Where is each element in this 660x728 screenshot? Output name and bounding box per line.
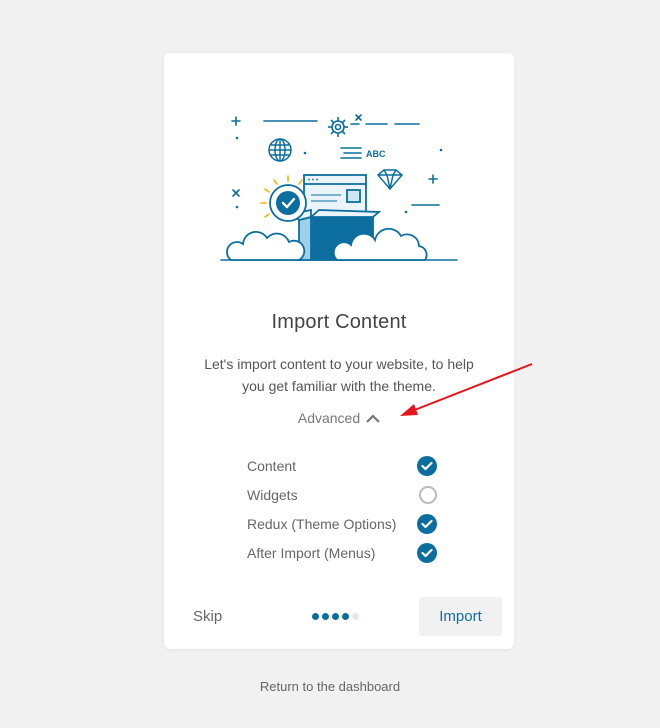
check-icon (421, 519, 433, 528)
option-redux: Redux (Theme Options) (247, 509, 437, 538)
import-options: Content Widgets Redux (Theme Options) Af… (247, 451, 437, 567)
advanced-label: Advanced (297, 410, 361, 426)
option-redux-checkbox[interactable] (417, 513, 437, 534)
option-widgets-checkbox[interactable] (419, 485, 437, 504)
return-dashboard-link[interactable]: Return to the dashboard (0, 679, 660, 694)
checkmark-badge-icon (260, 175, 307, 222)
step-dot (342, 613, 349, 620)
globe-icon (268, 138, 292, 162)
import-button[interactable]: Import (419, 597, 502, 636)
skip-button[interactable]: Skip (193, 608, 222, 625)
option-label: Content (247, 457, 297, 474)
import-illustration: ABC (220, 114, 458, 261)
illustration-abc-text: ABC (366, 149, 386, 159)
chevron-up-icon (366, 411, 380, 427)
option-widgets: Widgets (247, 480, 437, 509)
page-description: Let's import content to your website, to… (204, 356, 474, 394)
check-icon (421, 461, 433, 470)
option-label: Redux (Theme Options) (247, 515, 397, 532)
page-title: Import Content (271, 311, 407, 333)
step-dot (322, 613, 329, 620)
check-icon (421, 548, 433, 557)
step-indicator (312, 613, 359, 620)
import-card: ABC Import Content Let's import content … (164, 53, 514, 649)
option-label: After Import (Menus) (247, 544, 376, 561)
option-content: Content (247, 451, 437, 480)
option-after-import-checkbox[interactable] (417, 542, 437, 563)
advanced-toggle[interactable]: Advanced (164, 410, 514, 427)
option-label: Widgets (247, 486, 298, 503)
option-content-checkbox[interactable] (417, 455, 437, 476)
card-footer: Skip Import (164, 597, 514, 637)
gear-icon (328, 117, 348, 137)
step-dot (312, 613, 319, 620)
step-dot (332, 613, 339, 620)
option-after-import: After Import (Menus) (247, 538, 437, 567)
diamond-icon (376, 169, 404, 191)
step-dot (352, 613, 359, 620)
